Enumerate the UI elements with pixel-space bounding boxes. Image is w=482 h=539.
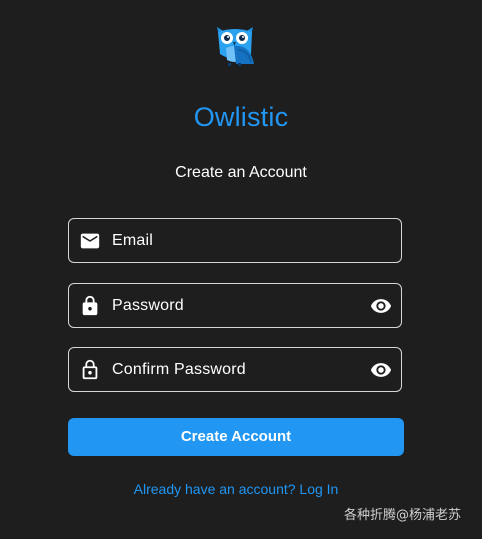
email-field-label: Email (112, 232, 154, 249)
password-field[interactable]: Password (68, 283, 402, 328)
lock-outline-icon (82, 359, 98, 380)
app-title: Owlistic (193, 102, 289, 132)
confirm-password-field[interactable]: Confirm Password (68, 347, 402, 392)
page-subtitle: Create an Account (175, 164, 307, 181)
eye-icon[interactable] (369, 295, 393, 317)
lock-icon (82, 295, 98, 316)
email-field[interactable]: Email (68, 218, 402, 263)
create-account-button[interactable]: Create Account (68, 418, 404, 456)
owl-logo-icon (217, 27, 254, 66)
login-link[interactable]: Already have an account? Log In (0, 481, 472, 497)
confirm-password-field-label: Confirm Password (112, 361, 246, 378)
password-field-label: Password (112, 297, 184, 314)
eye-icon[interactable] (369, 359, 393, 381)
signup-page: Owlistic Create an Account Email Passwor… (0, 0, 482, 539)
watermark-text: 各种折腾@杨浦老苏 (343, 508, 461, 523)
mail-icon (80, 233, 100, 249)
